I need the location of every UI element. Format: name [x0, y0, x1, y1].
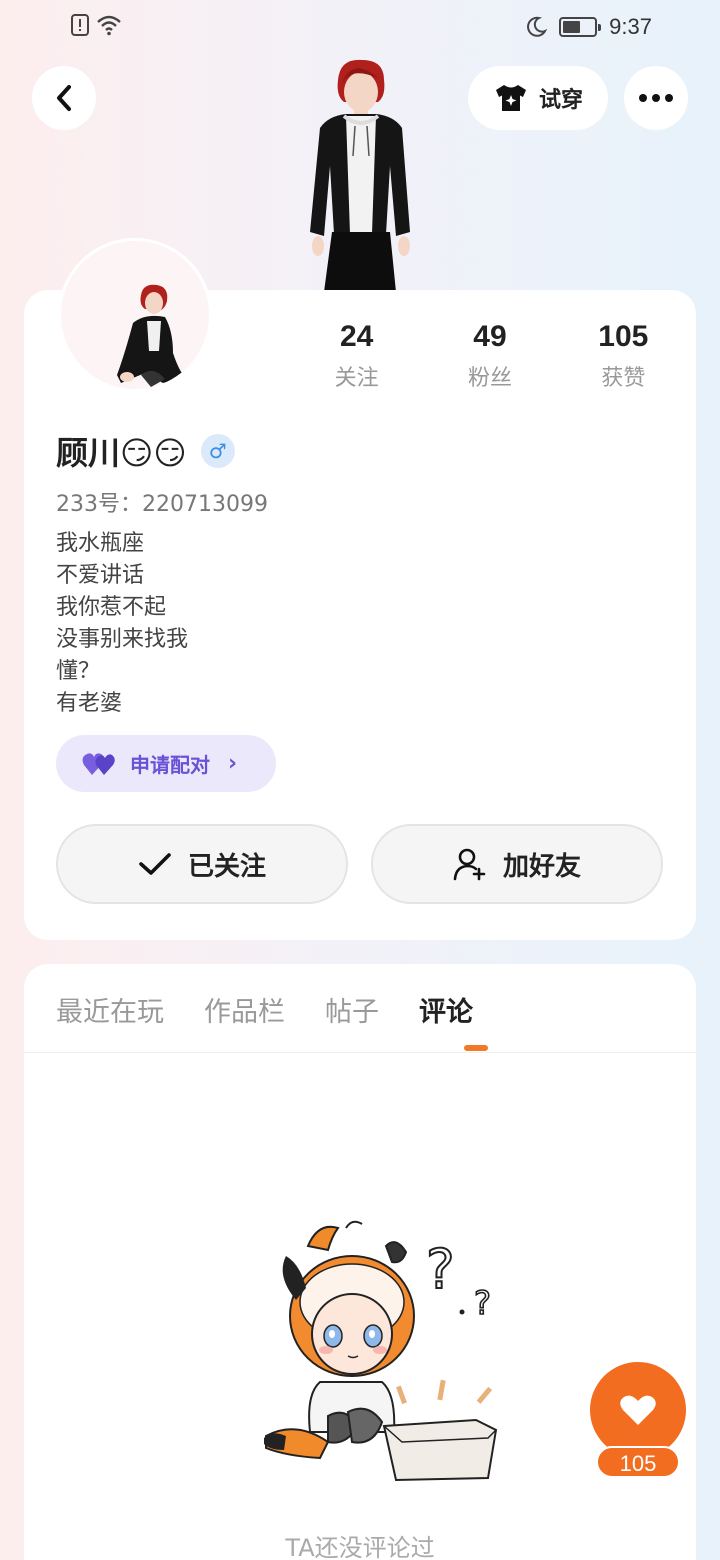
stat-likes[interactable]: 105 获赞 — [557, 320, 690, 392]
stat-fans-label: 粉丝 — [467, 366, 512, 391]
user-id[interactable]: 233号：220713099 — [56, 486, 268, 518]
status-bar: 9:37 — [0, 0, 720, 56]
bio-line: 我你惹不起 — [56, 595, 167, 620]
avatar-character-image — [61, 241, 209, 389]
stat-fans[interactable]: 49 粉丝 — [423, 320, 556, 392]
battery-icon — [559, 17, 602, 37]
status-time: 9:37 — [609, 14, 652, 39]
svg-text:?: ? — [474, 1284, 491, 1322]
tab-posts[interactable]: 帖子 — [325, 990, 379, 1029]
sim-alert-icon — [71, 14, 89, 36]
stat-following-label: 关注 — [334, 366, 379, 391]
svg-text:?: ? — [426, 1238, 455, 1301]
heart-icon — [620, 1395, 656, 1425]
back-icon — [57, 85, 71, 111]
empty-state-text: TA还没评论过 — [285, 1534, 435, 1560]
shirt-sparkle-icon — [495, 85, 526, 111]
like-button[interactable] — [590, 1362, 686, 1458]
double-heart-icon — [82, 752, 115, 775]
name-row: 顾川😏😏 ♂ — [56, 428, 235, 474]
back-button[interactable] — [32, 66, 96, 130]
chevron-right-icon: › — [228, 751, 238, 776]
user-name: 顾川😏😏 — [56, 434, 187, 472]
try-on-label: 试穿 — [538, 88, 583, 113]
stat-likes-count: 105 — [598, 320, 649, 353]
wifi-icon — [97, 15, 121, 36]
add-friend-button[interactable]: 加好友 — [371, 824, 663, 904]
stat-following[interactable]: 24 关注 — [290, 320, 423, 392]
add-friend-label: 加好友 — [502, 851, 581, 882]
stat-likes-label: 获赞 — [601, 366, 646, 391]
content-tabs: 最近在玩 作品栏 帖子 评论 — [56, 990, 473, 1029]
add-user-icon — [453, 848, 486, 881]
character-figure[interactable] — [300, 56, 420, 292]
bio-line: 没事别来找我 — [56, 627, 189, 652]
apply-pairing-label: 申请配对 — [130, 753, 210, 777]
tab-works[interactable]: 作品栏 — [204, 990, 285, 1029]
more-button[interactable] — [624, 66, 688, 130]
tab-recently-played[interactable]: 最近在玩 — [56, 990, 164, 1029]
gender-male-icon: ♂ — [200, 434, 235, 468]
tab-divider — [24, 1052, 696, 1053]
more-icon — [639, 94, 673, 102]
try-on-button[interactable]: 试穿 — [468, 66, 608, 130]
empty-state-illustration: ? ? — [264, 1220, 498, 1482]
tab-comments[interactable]: 评论 — [419, 990, 473, 1029]
moon-icon — [527, 16, 548, 37]
followed-button[interactable]: 已关注 — [56, 824, 348, 904]
bio-line: 不爱讲话 — [56, 563, 145, 588]
like-count-badge: 105 — [596, 1446, 680, 1478]
stat-following-count: 24 — [339, 320, 374, 353]
bio-line: 我水瓶座 — [56, 531, 145, 556]
active-tab-indicator — [464, 1045, 488, 1051]
checkmark-icon — [139, 853, 171, 875]
bio-line: 有老婆 — [56, 691, 123, 716]
stats-row: 24 关注 49 粉丝 105 获赞 — [290, 320, 690, 392]
followed-label: 已关注 — [187, 851, 266, 882]
stat-fans-count: 49 — [473, 320, 507, 353]
apply-pairing-button[interactable]: 申请配对 › — [56, 735, 276, 792]
avatar[interactable] — [58, 238, 212, 392]
bio-line: 懂？ — [56, 659, 101, 684]
bio: 我水瓶座 不爱讲话 我你惹不起 没事别来找我 懂？ 有老婆 — [56, 528, 188, 720]
